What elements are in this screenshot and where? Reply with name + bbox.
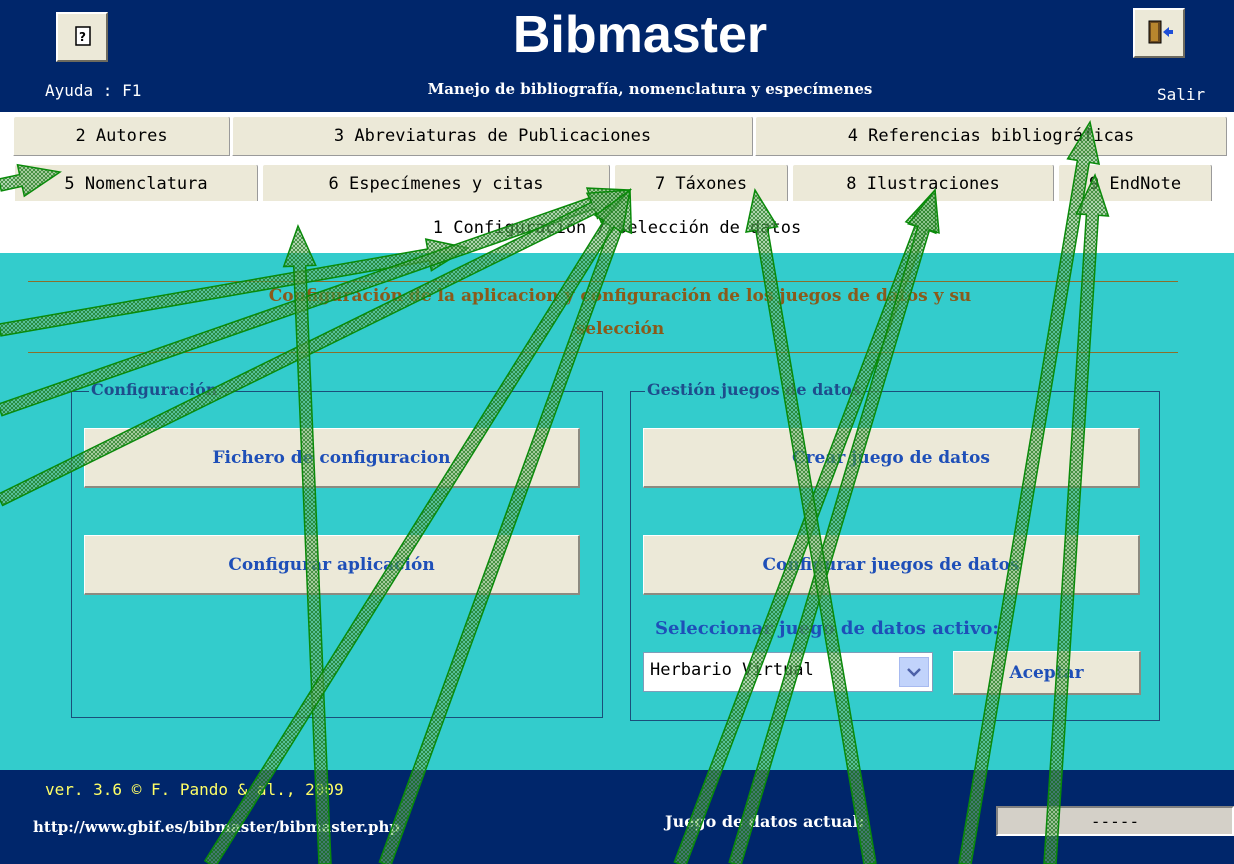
create-dataset-button[interactable]: Crear juego de datos (643, 428, 1140, 488)
tab-especimenes[interactable]: 6 Especímenes y citas (262, 164, 610, 204)
help-label: Ayuda : F1 (45, 81, 142, 100)
app-subtitle: Manejo de bibliografía, nomenclatura y e… (427, 80, 873, 98)
tab-abreviaturas[interactable]: 3 Abreviaturas de Publicaciones (232, 116, 753, 156)
bottom-divider (28, 352, 1178, 353)
accept-button[interactable]: Aceptar (953, 651, 1141, 695)
help-button[interactable]: ? (56, 12, 108, 62)
configure-app-button[interactable]: Configurar aplicación (84, 535, 580, 595)
tab-endnote[interactable]: 9 EndNote (1058, 164, 1212, 204)
tab-configuracion-active[interactable]: 1 Configuración / selección de datos (0, 201, 1234, 253)
select-dataset-label: Seleccionar juego de datos activo: (655, 618, 1000, 639)
tab-referencias[interactable]: 4 Referencias bibliográficas (755, 116, 1227, 156)
section-title-line1: Configuración de la aplicacion y configu… (268, 286, 972, 306)
chevron-down-icon[interactable] (899, 657, 929, 687)
tab-ilustraciones[interactable]: 8 Ilustraciones (792, 164, 1054, 204)
exit-label: Salir (1157, 85, 1206, 104)
configure-datasets-button[interactable]: Configurar juegos de datos (643, 535, 1140, 595)
help-book-icon: ? (75, 26, 91, 46)
exit-door-icon (1148, 20, 1173, 44)
dataset-select-value: Herbario Virtual (650, 660, 814, 680)
config-group-legend: Configuración (89, 380, 220, 399)
version-text: ver. 3.6 © F. Pando & al., 2009 (45, 780, 344, 799)
bibmaster-url-link[interactable]: http://www.gbif.es/bibmaster/bibmaster.p… (33, 818, 400, 836)
svg-text:?: ? (79, 30, 86, 44)
exit-button[interactable] (1133, 8, 1185, 58)
section-title-line2: selección (575, 319, 665, 339)
app-title: Bibmaster (512, 6, 768, 64)
tab-nomenclatura[interactable]: 5 Nomenclatura (14, 164, 258, 204)
config-file-button[interactable]: Fichero de configuracion (84, 428, 580, 488)
section-title: Configuración de la aplicacion y configu… (60, 280, 1180, 346)
current-dataset-field: ----- (996, 806, 1234, 836)
current-dataset-label: Juego de datos actual: (665, 812, 865, 831)
datasets-group-legend: Gestión juegos de datos (645, 380, 863, 399)
tab-autores[interactable]: 2 Autores (13, 116, 230, 156)
tab-taxones[interactable]: 7 Táxones (614, 164, 788, 204)
